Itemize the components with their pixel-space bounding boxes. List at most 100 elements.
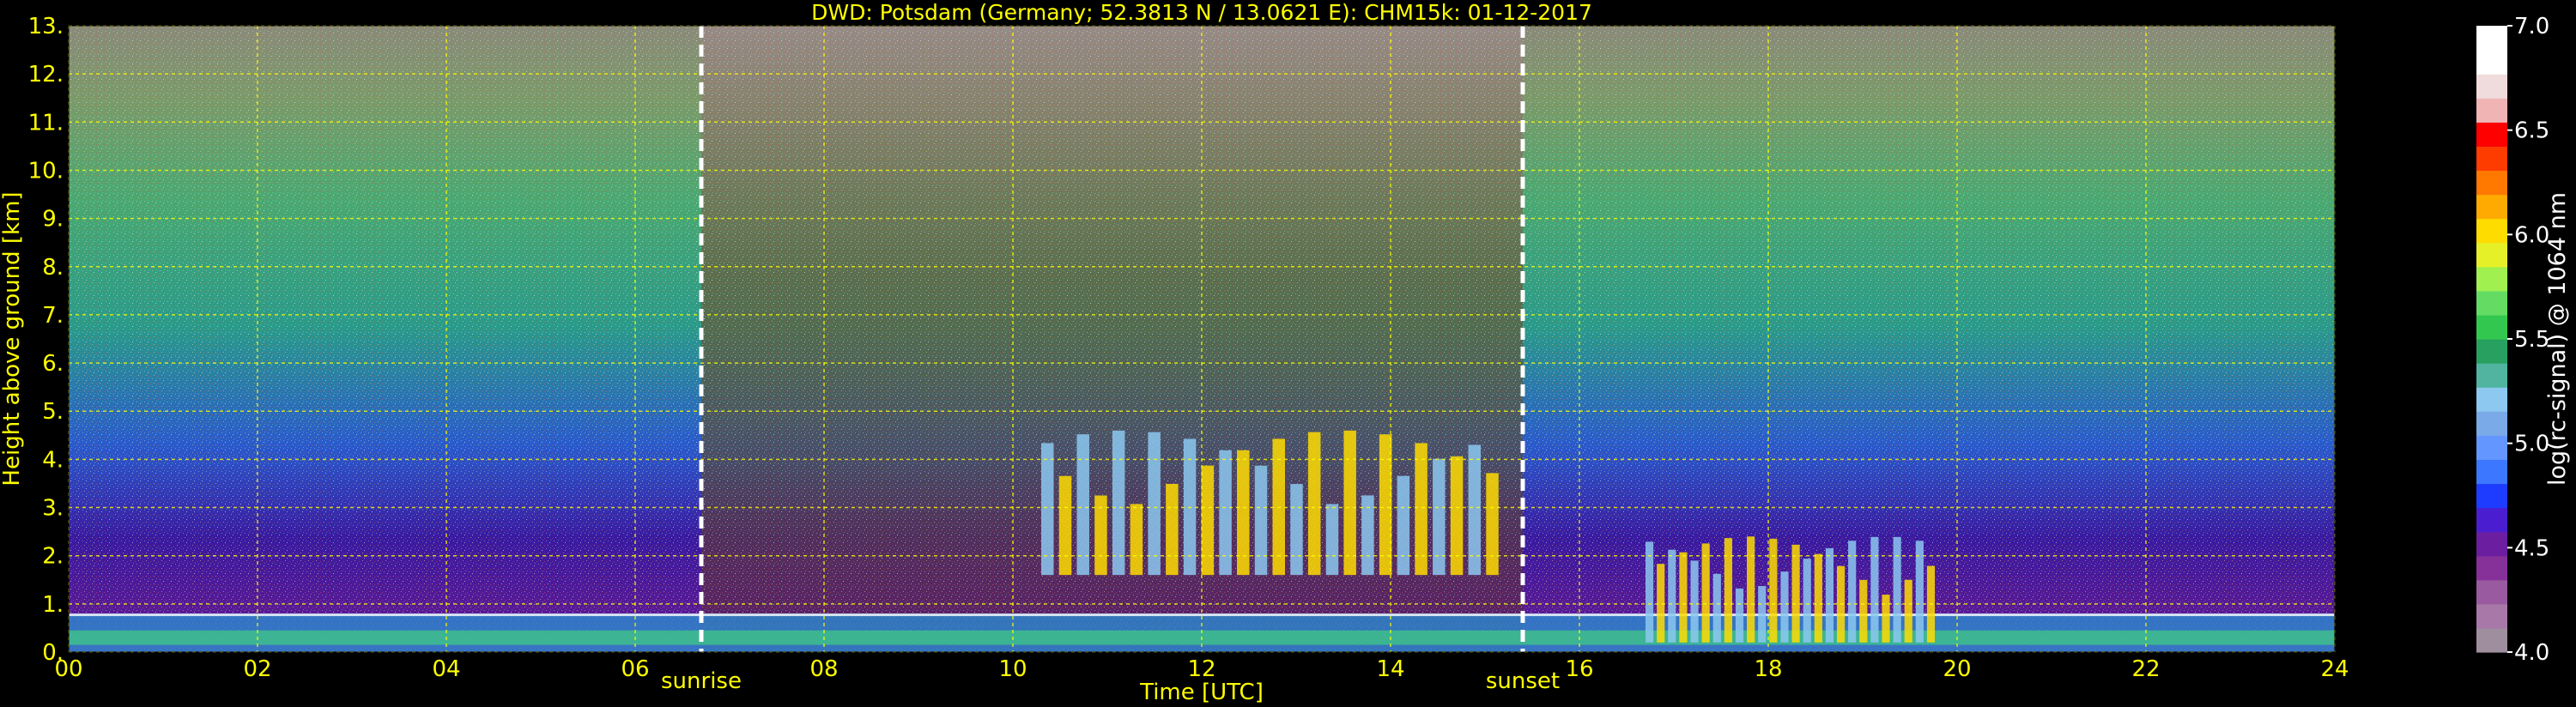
- colorbar-segment: [2476, 290, 2507, 316]
- x-tick-label: 06: [621, 656, 649, 682]
- cloud-column: [1825, 547, 1834, 643]
- colorbar-segment: [2476, 50, 2507, 75]
- cloud-column: [1433, 458, 1446, 576]
- sunset-label: sunset: [1486, 668, 1560, 694]
- x-tick-label: 00: [54, 656, 82, 682]
- cloud-column: [1112, 430, 1125, 576]
- colorbar-tick-label: 4.0: [2514, 640, 2549, 666]
- cloud-column: [1148, 432, 1161, 576]
- ceilometer-figure: DWD: Potsdam (Germany; 52.3813 N / 13.06…: [0, 0, 2571, 705]
- cloud-column: [1724, 538, 1732, 643]
- colorbar-segment: [2476, 387, 2507, 412]
- cloud-column: [1712, 573, 1721, 643]
- colorbar-segment: [2476, 579, 2507, 605]
- cloud-column: [1450, 456, 1464, 576]
- sunrise-label: sunrise: [661, 668, 742, 694]
- y-tick-label: 3.: [42, 496, 64, 522]
- chart-title: DWD: Potsdam (Germany; 52.3813 N / 13.06…: [811, 0, 1592, 25]
- cloud-column: [1791, 544, 1800, 643]
- y-tick-label: 5.: [42, 399, 64, 425]
- colorbar-segment: [2476, 555, 2507, 581]
- colorbar-segment: [2476, 531, 2507, 557]
- x-tick-label: 16: [1565, 656, 1593, 682]
- cloud-column: [1076, 434, 1089, 576]
- cloud-column: [1646, 541, 1654, 643]
- cloud-column: [1307, 432, 1321, 576]
- colorbar-segment: [2476, 483, 2507, 509]
- x-tick-label: 20: [1943, 656, 1971, 682]
- colorbar-segment: [2476, 74, 2507, 99]
- x-tick-label: 08: [809, 656, 838, 682]
- x-axis-label: Time [UTC]: [1139, 680, 1264, 705]
- cloud-column: [1735, 588, 1744, 643]
- colorbar-segment: [2476, 314, 2507, 340]
- colorbar-segment: [2476, 459, 2507, 485]
- plot-area: [68, 25, 2336, 653]
- colorbar-segment: [2476, 507, 2507, 533]
- cloud-column: [1254, 465, 1268, 576]
- cloud-column: [1668, 549, 1676, 643]
- cloud-column: [1201, 465, 1215, 576]
- cloud-column: [1701, 543, 1710, 643]
- y-tick-label: 12.: [28, 62, 64, 88]
- y-tick-label: 4.: [42, 447, 64, 473]
- colorbar-segment: [2476, 242, 2507, 268]
- x-tick-label: 24: [2320, 656, 2349, 682]
- colorbar: 4.04.55.05.56.06.57.0: [2476, 14, 2549, 666]
- cloud-column: [1379, 434, 1392, 576]
- colorbar-segment: [2476, 194, 2507, 220]
- y-axis-label: Height above ground [km]: [0, 191, 25, 486]
- cloud-column: [1166, 484, 1179, 576]
- cloud-column: [1325, 504, 1339, 576]
- colorbar-segment: [2476, 146, 2507, 172]
- boundary-layer-top: [69, 613, 2335, 617]
- x-tick-label: 18: [1754, 656, 1782, 682]
- cloud-column: [1870, 536, 1879, 643]
- cloud-column: [1690, 560, 1699, 643]
- colorbar-segment: [2476, 339, 2507, 364]
- cloud-column: [1893, 536, 1901, 643]
- x-tick-label: 12: [1187, 656, 1215, 682]
- cloud-column: [1130, 504, 1143, 576]
- colorbar-tick-label: 7.0: [2514, 14, 2549, 39]
- colorbar-tick-label: 6.5: [2514, 118, 2549, 144]
- colorbar-segment: [2476, 435, 2507, 460]
- x-tick-label: 10: [998, 656, 1027, 682]
- colorbar-segment: [2476, 122, 2507, 147]
- y-tick-label: 10.: [28, 158, 64, 184]
- cloud-column: [1290, 484, 1303, 576]
- colorbar-label: log(rc-signal) @ 1064 nm: [2544, 192, 2571, 486]
- cloud-column: [1397, 475, 1410, 576]
- cloud-column: [1882, 595, 1890, 643]
- colorbar-segment: [2476, 411, 2507, 436]
- y-tick-label: 2.: [42, 544, 64, 570]
- cloud-column: [1343, 430, 1356, 576]
- y-tick-label: 11.: [28, 110, 64, 136]
- colorbar-segment: [2476, 603, 2507, 629]
- y-tick-label: 8.: [42, 255, 64, 281]
- colorbar-segment: [2476, 98, 2507, 123]
- y-tick-label: 9.: [42, 207, 64, 233]
- y-tick-label: 7.: [42, 303, 64, 329]
- x-tick-label: 22: [2131, 656, 2160, 682]
- x-tick-label: 04: [432, 656, 460, 682]
- cloud-column: [1679, 552, 1688, 643]
- colorbar-segment: [2476, 218, 2507, 244]
- cloud-column: [1904, 579, 1912, 643]
- cloud-column: [1859, 579, 1868, 643]
- colorbar-segment: [2476, 627, 2507, 653]
- cloud-column: [1657, 564, 1665, 643]
- y-tick-label: 6.: [42, 351, 64, 377]
- y-tick-label: 1.: [42, 592, 64, 618]
- cloud-column: [1058, 475, 1072, 576]
- cloud-column: [1769, 538, 1778, 643]
- x-tick-label: 14: [1376, 656, 1404, 682]
- colorbar-segment: [2476, 363, 2507, 388]
- cloud-column: [1486, 473, 1499, 576]
- colorbar-segment: [2476, 170, 2507, 196]
- colorbar-segment: [2476, 26, 2507, 51]
- cloud-column: [1780, 571, 1789, 643]
- colorbar-tick-label: 4.5: [2514, 535, 2549, 561]
- colorbar-segment: [2476, 266, 2507, 292]
- cloud-column: [1814, 553, 1822, 643]
